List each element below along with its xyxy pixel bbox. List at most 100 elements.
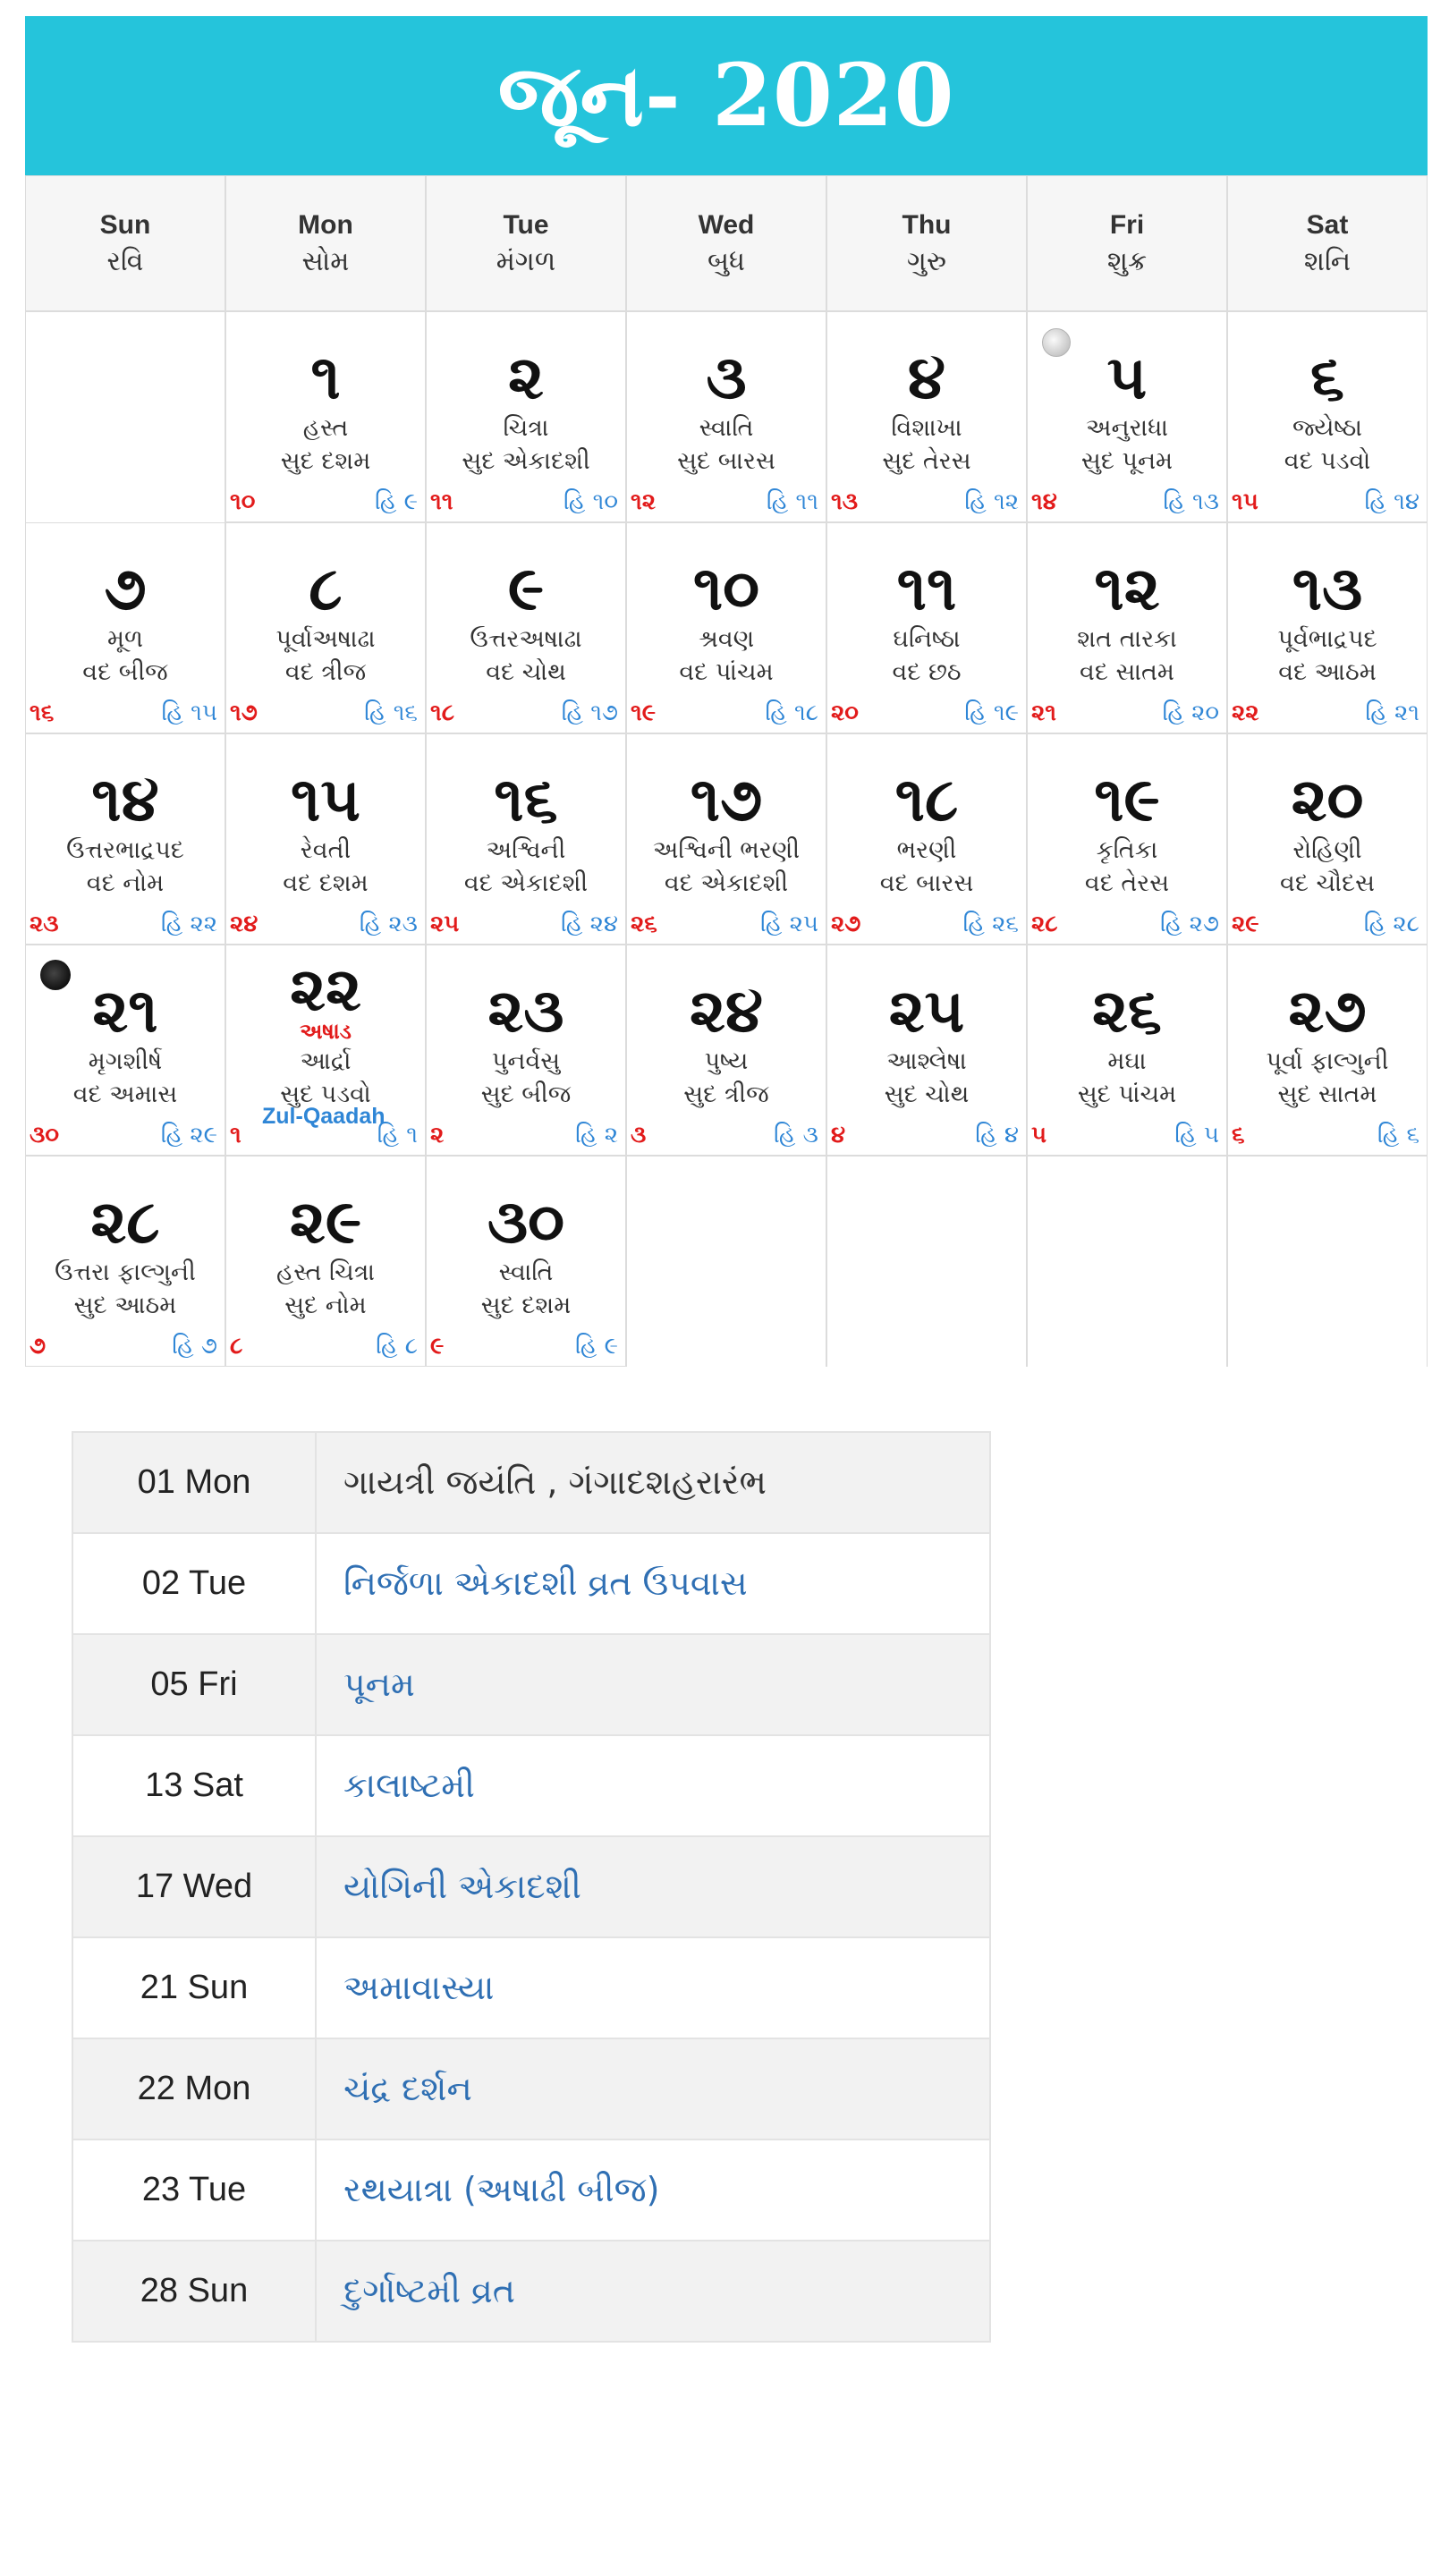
day-cell[interactable]: ૧૧ ઘનિષ્ઠા વદ છઠ ૨૦ હિ ૧૯ xyxy=(826,522,1027,733)
hijri-date: હિ ૫ xyxy=(1174,1122,1219,1148)
day-cell[interactable]: ૧૬ અશ્વિની વદ એકાદશી ૨૫ હિ ૨૪ xyxy=(426,733,626,945)
hijri-date: હિ ૭ xyxy=(172,1333,217,1360)
hijri-date: હિ ૧૫ xyxy=(161,699,217,726)
hindu-date: ૭ xyxy=(30,1333,47,1360)
day-cell[interactable]: ૧૫ રેવતી વદ દશમ ૨૪ હિ ૨૩ xyxy=(225,733,426,945)
nakshatra: પૂર્વા ફાલ્ગુની xyxy=(1266,1047,1389,1075)
day-cell[interactable]: ૬ જ્યેષ્ઠા વદ પડવો ૧૫ હિ ૧૪ xyxy=(1227,311,1428,522)
day-number: ૧૨ xyxy=(1094,554,1160,624)
weekday-header-cell: Fri શુક્ર xyxy=(1027,175,1227,311)
new-moon-icon xyxy=(40,960,71,990)
nakshatra: મઘા xyxy=(1107,1047,1147,1075)
weekday-gujarati: રવિ xyxy=(106,245,144,277)
day-cell[interactable]: ૮ પૂર્વાઅષાઢા વદ ત્રીજ ૧૭ હિ ૧૬ xyxy=(225,522,426,733)
day-cell[interactable]: ૧૯ કૃતિકા વદ તેરસ ૨૮ હિ ૨૭ xyxy=(1027,733,1227,945)
event-date: 23 Tue xyxy=(72,2139,317,2241)
nakshatra: પૂર્વાઅષાઢા xyxy=(275,625,376,653)
day-number: ૨૫ xyxy=(888,976,965,1046)
day-cell[interactable]: ૭ મૂળ વદ બીજ ૧૬ હિ ૧૫ xyxy=(25,522,225,733)
hijri-date: હિ ૨૦ xyxy=(1162,699,1219,726)
hindu-date: ૧૩ xyxy=(831,488,859,515)
event-row: 01 Mon ગાયત્રી જયંતિ , ગંગાદશહરારંભ xyxy=(72,1431,991,1534)
day-cell[interactable]: ૨૩ પુનર્વસુ સુદ બીજ ૨ હિ ૨ xyxy=(426,945,626,1156)
hijri-date: હિ ૯ xyxy=(374,488,418,515)
day-cell[interactable]: ૧૦ શ્રવણ વદ પાંચમ ૧૯ હિ ૧૮ xyxy=(626,522,826,733)
day-number: ૫ xyxy=(1106,343,1148,413)
day-cell[interactable]: ૩ સ્વાતિ સુદ બારસ ૧૨ હિ ૧૧ xyxy=(626,311,826,522)
tithi: વદ એકાદશી xyxy=(463,869,589,898)
tithi: વદ દશમ xyxy=(283,869,369,898)
event-link[interactable]: નિર્જળા એકાદશી વ્રત ઉપવાસ xyxy=(315,1532,991,1635)
day-cell[interactable]: ૧૩ પૂર્વભાદ્રપદ વદ આઠમ ૨૨ હિ ૨૧ xyxy=(1227,522,1428,733)
day-cell[interactable]: ૯ ઉત્તરઅષાઢા વદ ચોથ ૧૮ હિ ૧૭ xyxy=(426,522,626,733)
weekday-gujarati: શુક્ર xyxy=(1106,245,1148,277)
event-date: 17 Wed xyxy=(72,1835,317,1938)
tithi: સુદ બારસ xyxy=(677,447,775,476)
day-cell[interactable]: ૨૦ રોહિણી વદ ચૌદસ ૨૯ હિ ૨૮ xyxy=(1227,733,1428,945)
event-row: 17 Wed યોગિની એકાદશી xyxy=(72,1835,991,1938)
event-link[interactable]: રથયાત્રા (અષાઢી બીજ) xyxy=(315,2139,991,2241)
weekday-header-cell: Wed બુધ xyxy=(626,175,826,311)
tithi: વદ પડવો xyxy=(1284,447,1371,476)
tithi: સુદ પૂનમ xyxy=(1080,447,1174,476)
day-number: ૮ xyxy=(309,554,343,624)
tithi: વદ ત્રીજ xyxy=(284,658,367,687)
nakshatra: પુનર્વસુ xyxy=(491,1047,561,1075)
nakshatra: વિશાખા xyxy=(891,414,962,442)
hijri-date: હિ ૧૬ xyxy=(364,699,418,726)
event-link[interactable]: યોગિની એકાદશી xyxy=(315,1835,991,1938)
event-link[interactable]: દુર્ગાષ્ટમી વ્રત xyxy=(315,2240,991,2343)
hijri-date: હિ ૨૨ xyxy=(160,911,217,937)
day-cell[interactable]: ૧૮ ભરણી વદ બારસ ૨૭ હિ ૨૬ xyxy=(826,733,1027,945)
nakshatra: મૂળ xyxy=(106,625,144,653)
day-cell[interactable]: ૨ ચિત્રા સુદ એકાદશી ૧૧ હિ ૧૦ xyxy=(426,311,626,522)
calendar-grid: Sun રવિ Mon સોમ Tue મંગળ Wed બુધ Thu ગુરુ Fri શુક્ર… xyxy=(25,175,1428,1367)
event-link[interactable]: પૂનમ xyxy=(315,1633,991,1736)
day-cell[interactable]: ૨૬ મઘા સુદ પાંચમ ૫ હિ ૫ xyxy=(1027,945,1227,1156)
day-number: ૧૪ xyxy=(91,765,159,835)
day-cell[interactable]: ૩૦ સ્વાતિ સુદ દશમ ૯ હિ ૯ xyxy=(426,1156,626,1367)
weekday-header-cell: Mon સોમ xyxy=(225,175,426,311)
event-link[interactable]: ચંદ્ર દર્શન xyxy=(315,2038,991,2140)
day-cell[interactable]: ૨૨ અષાડ આર્દ્રા સુદ પડવો Zul-Qaadah ૧ હિ ૧ xyxy=(225,945,426,1156)
day-cell[interactable]: ૨૫ આશ્લેષા સુદ ચોથ ૪ હિ ૪ xyxy=(826,945,1027,1156)
day-cell[interactable]: ૨૪ પુષ્ય સુદ ત્રીજ ૩ હિ ૩ xyxy=(626,945,826,1156)
day-cell[interactable]: ૧ હસ્ત સુદ દશમ ૧૦ હિ ૯ xyxy=(225,311,426,522)
nakshatra: ભરણી xyxy=(896,836,957,864)
tithi: સુદ પાંચમ xyxy=(1077,1080,1177,1109)
month-title: જૂન- 2020 xyxy=(497,44,955,146)
hijri-date: હિ ૨૫ xyxy=(760,911,818,937)
tithi: વદ અમાસ xyxy=(72,1080,178,1109)
hijri-date: હિ ૨૩ xyxy=(359,911,418,937)
event-row: 21 Sun અમાવાસ્યા xyxy=(72,1936,991,2039)
nakshatra: પુષ્ય xyxy=(704,1047,749,1075)
hindu-date: ૩૦ xyxy=(30,1122,59,1148)
day-cell[interactable]: ૨૮ ઉત્તરા ફાલ્ગુની સુદ આઠમ ૭ હિ ૭ xyxy=(25,1156,225,1367)
hijri-date: હિ ૧૭ xyxy=(561,699,618,726)
day-cell[interactable]: ૧૪ ઉત્તરભાદ્રપદ વદ નોમ ૨૩ હિ ૨૨ xyxy=(25,733,225,945)
day-cell[interactable]: ૫ અનુરાધા સુદ પૂનમ ૧૪ હિ ૧૩ xyxy=(1027,311,1227,522)
day-cell[interactable]: ૨૧ મૃગશીર્ષ વદ અમાસ ૩૦ હિ ૨૯ xyxy=(25,945,225,1156)
weekday-english: Sat xyxy=(1306,209,1349,240)
nakshatra: રેવતી xyxy=(300,836,352,864)
hijri-date: હિ ૨૪ xyxy=(560,911,618,937)
event-link[interactable]: અમાવાસ્યા xyxy=(315,1936,991,2039)
day-cell[interactable]: ૨૭ પૂર્વા ફાલ્ગુની સુદ સાતમ ૬ હિ ૬ xyxy=(1227,945,1428,1156)
nakshatra: શ્રવણ xyxy=(698,625,755,653)
day-number: ૧૫ xyxy=(291,765,360,835)
event-link[interactable]: કાલાષ્ટમી xyxy=(315,1734,991,1837)
day-number: ૩૦ xyxy=(487,1187,565,1258)
day-cell[interactable]: ૪ વિશાખા સુદ તેરસ ૧૩ હિ ૧૨ xyxy=(826,311,1027,522)
hindu-date: ૯ xyxy=(430,1333,445,1360)
nakshatra: ઘનિષ્ઠા xyxy=(893,625,961,653)
day-cell[interactable]: ૧૭ અશ્વિની ભરણી વદ એકાદશી ૨૬ હિ ૨૫ xyxy=(626,733,826,945)
nakshatra: અનુરાધા xyxy=(1086,414,1168,442)
day-number: ૧૬ xyxy=(494,765,558,835)
day-cell[interactable]: ૨૯ હસ્ત ચિત્રા સુદ નોમ ૮ હિ ૮ xyxy=(225,1156,426,1367)
day-cell[interactable]: ૧૨ શત તારકા વદ સાતમ ૨૧ હિ ૨૦ xyxy=(1027,522,1227,733)
weekday-gujarati: શનિ xyxy=(1303,245,1352,277)
hindu-date: ૧૬ xyxy=(30,699,55,726)
tithi: સુદ નોમ xyxy=(284,1292,367,1320)
day-number: ૬ xyxy=(1309,343,1345,413)
nakshatra: હસ્ત ચિત્રા xyxy=(276,1258,375,1286)
